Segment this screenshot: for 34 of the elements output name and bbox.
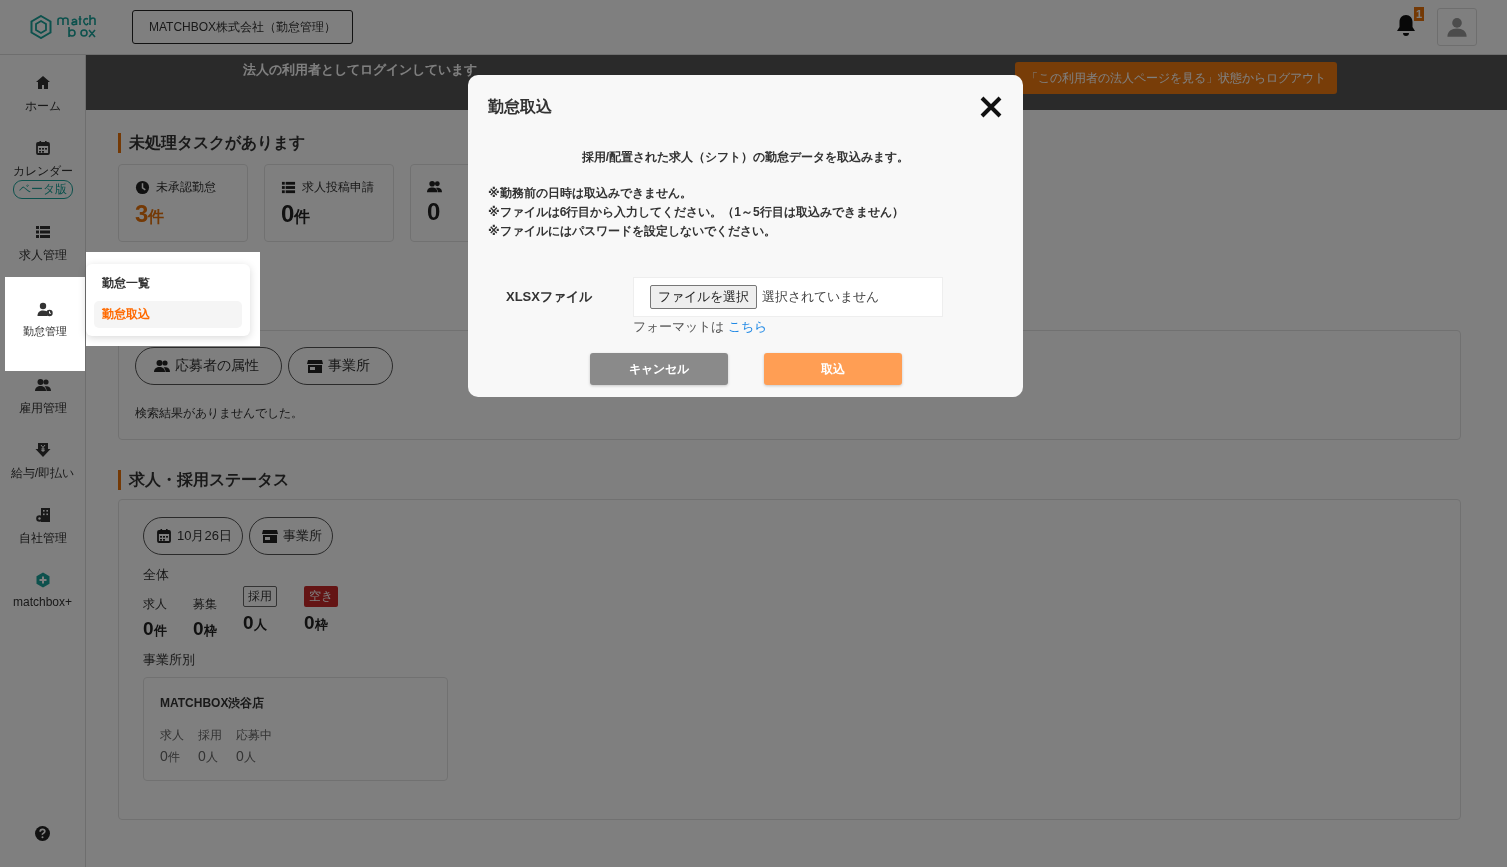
group-label: 事業所別	[143, 651, 196, 669]
beta-badge: ベータ版	[12, 180, 73, 199]
note-text: ※ファイルにはパスワードを設定しないでください。	[488, 223, 777, 240]
metric-value: 0枠	[304, 612, 329, 634]
task-label: 求人投稿申請	[302, 179, 374, 196]
empty-message: 検索結果がありませんでした。	[135, 405, 304, 422]
field-label: XLSXファイル	[505, 288, 593, 306]
task-count: 0	[427, 198, 441, 226]
task-count: 3件	[135, 200, 165, 228]
stat-label: 採用	[198, 727, 222, 744]
task-label: 未承認勤怠	[156, 179, 216, 196]
metric-label: 募集	[193, 596, 218, 613]
metric-value: 0枠	[193, 618, 218, 640]
stat-label: 求人	[160, 727, 184, 744]
metric-value: 0件	[143, 618, 168, 640]
group-label: 全体	[143, 566, 170, 584]
note-text: ※勤務前の日時は取込みできません。	[488, 185, 693, 202]
dialog-title: 勤怠取込	[488, 96, 552, 117]
stat-label: 応募中	[236, 727, 272, 744]
task-count: 0件	[281, 200, 311, 228]
section-title: 求人・採用ステータス	[118, 470, 1461, 490]
note-text: ※ファイルは6行目から入力してください。（1～5行目は取込みできません）	[488, 204, 905, 221]
metric-tag: 採用	[243, 586, 277, 607]
format-hint: フォーマットは こちら	[633, 318, 768, 336]
stat-value: 0人	[236, 748, 257, 766]
office-name: MATCHBOX渋谷店	[160, 695, 266, 712]
file-status: 選択されていません	[762, 288, 879, 306]
metric-value: 0人	[243, 612, 268, 634]
notification-badge: 1	[1413, 7, 1424, 21]
metric-tag: 空き	[304, 586, 338, 607]
stat-value: 0人	[198, 748, 219, 766]
stat-value: 0件	[160, 748, 181, 766]
metric-label: 求人	[143, 596, 168, 613]
login-notice: 法人の利用者としてログインしています	[243, 62, 477, 79]
